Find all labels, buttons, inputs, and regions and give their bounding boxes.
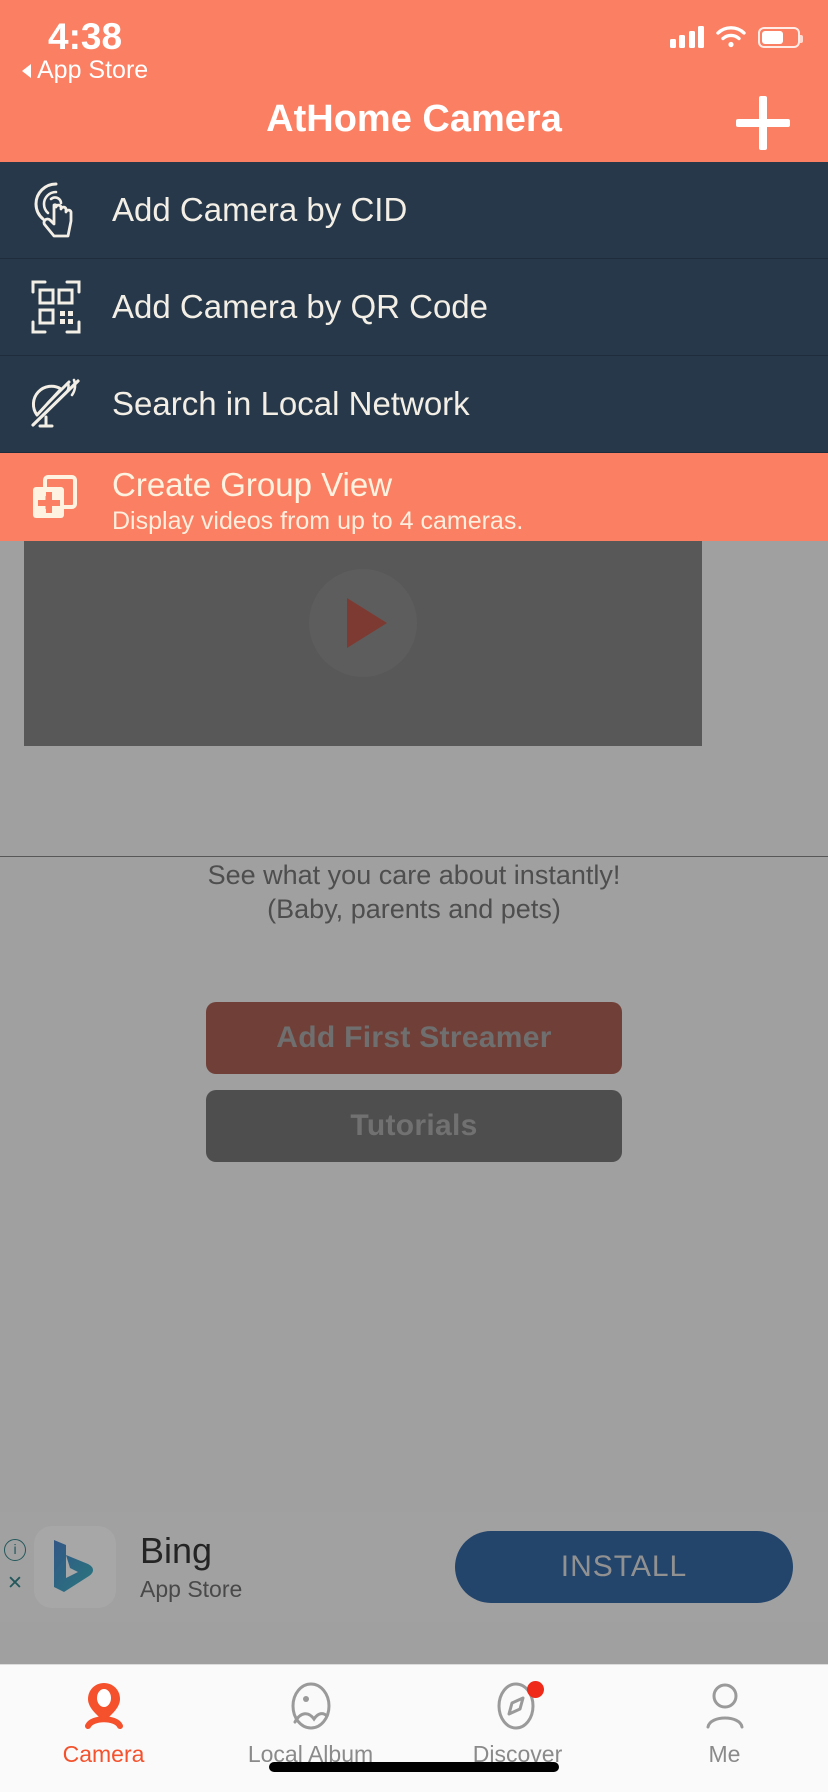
- back-label: App Store: [37, 56, 149, 84]
- menu-item-label: Add Camera by QR Code: [112, 288, 489, 325]
- status-bar-time: 4:38: [48, 16, 123, 57]
- wifi-icon: [716, 26, 746, 48]
- triangle-left-icon: [22, 63, 31, 78]
- promo-line-1: See what you care about instantly!: [207, 860, 621, 890]
- camera-pin-icon: [76, 1679, 132, 1735]
- menu-item-create-group-view[interactable]: Create Group View Display videos from up…: [0, 453, 828, 541]
- menu-item-text-block: Create Group View Display videos from up…: [112, 465, 523, 537]
- tab-discover[interactable]: Discover: [414, 1665, 621, 1792]
- photo-album-icon: [283, 1679, 339, 1735]
- tab-local-album[interactable]: Local Album: [207, 1665, 414, 1792]
- status-bar-indicators: [669, 26, 803, 48]
- menu-item-search-in-local-network[interactable]: Search in Local Network: [0, 356, 828, 453]
- close-icon[interactable]: ✕: [4, 1573, 26, 1595]
- menu-item-add-camera-by-cid[interactable]: Add Camera by CID: [0, 162, 828, 259]
- page-title: AtHome Camera: [266, 98, 562, 140]
- app-header: 4:38 App Store AtHome Camera: [0, 0, 828, 162]
- cta-button-group: Add First Streamer Tutorials: [0, 1002, 828, 1162]
- bing-logo-icon: [34, 1526, 116, 1608]
- ad-banner[interactable]: i ✕ Bing App Store INSTALL: [0, 1512, 828, 1622]
- promo-text-block: See what you care about instantly! (Baby…: [0, 858, 828, 926]
- add-camera-menu: Add Camera by CID Add Camera by QR Code: [0, 162, 828, 541]
- battery-icon: [758, 26, 803, 48]
- section-divider: [0, 856, 828, 857]
- plus-icon[interactable]: [736, 96, 790, 150]
- back-to-app-store-link[interactable]: App Store: [22, 56, 148, 85]
- play-icon[interactable]: [309, 569, 417, 677]
- install-button[interactable]: INSTALL: [455, 1531, 793, 1603]
- tutorials-button[interactable]: Tutorials: [206, 1090, 622, 1162]
- ad-text-block: Bing App Store: [140, 1530, 242, 1604]
- ad-title: Bing: [140, 1530, 213, 1571]
- app-screen: See what you care about instantly! (Baby…: [0, 0, 828, 1792]
- tab-camera[interactable]: Camera: [0, 1665, 207, 1792]
- group-view-add-icon: [0, 465, 112, 525]
- info-icon[interactable]: i: [4, 1539, 26, 1561]
- compass-icon: [490, 1679, 546, 1735]
- qr-code-icon: [0, 278, 112, 336]
- bottom-tab-bar: Camera Local Album Discover Me: [0, 1664, 828, 1792]
- tab-label: Me: [708, 1741, 741, 1767]
- ad-controls: i ✕: [4, 1539, 26, 1595]
- menu-item-add-camera-by-qr-code[interactable]: Add Camera by QR Code: [0, 259, 828, 356]
- satellite-dish-icon: [0, 375, 112, 433]
- tab-label: Camera: [62, 1741, 145, 1767]
- ad-subtitle: App Store: [140, 1576, 243, 1602]
- touch-hand-icon: [0, 179, 112, 241]
- cellular-signal-icon: [669, 26, 704, 48]
- home-indicator[interactable]: [269, 1762, 559, 1772]
- person-icon: [697, 1679, 753, 1735]
- promo-line-2: (Baby, parents and pets): [267, 894, 561, 924]
- notification-badge: [526, 1681, 544, 1698]
- menu-item-label: Create Group View: [112, 466, 393, 503]
- tab-me[interactable]: Me: [621, 1665, 828, 1792]
- menu-item-label: Search in Local Network: [112, 385, 470, 422]
- menu-item-subtitle: Display videos from up to 4 cameras.: [112, 507, 524, 535]
- menu-item-label: Add Camera by CID: [112, 191, 408, 228]
- add-first-streamer-button[interactable]: Add First Streamer: [206, 1002, 622, 1074]
